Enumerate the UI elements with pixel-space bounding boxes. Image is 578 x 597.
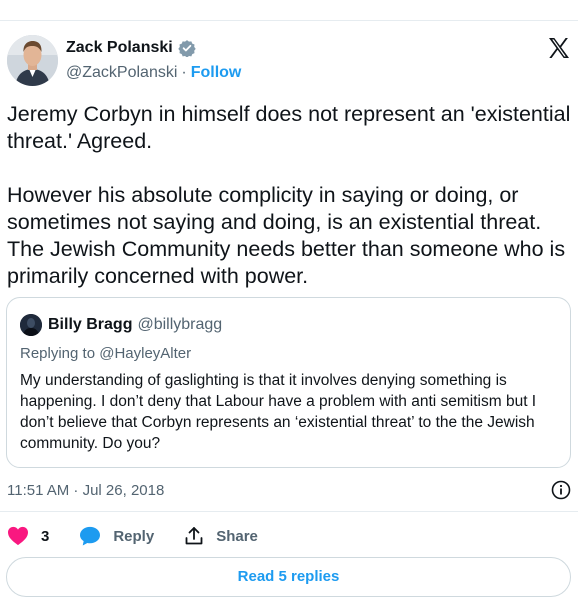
- share-upload-icon: [184, 526, 204, 546]
- quoted-tweet-text: My understanding of gaslighting is that …: [20, 372, 537, 452]
- author-display-name[interactable]: Zack Polanski: [66, 39, 173, 57]
- top-divider: [0, 20, 578, 21]
- like-button[interactable]: 3: [7, 526, 49, 546]
- info-icon[interactable]: [551, 480, 571, 500]
- tweet-timestamp[interactable]: 11:51 AM · Jul 26, 2018: [7, 482, 164, 499]
- quoted-replying-to: Replying to @HayleyAlter: [20, 345, 192, 362]
- share-button[interactable]: Share: [184, 526, 258, 546]
- quoted-tweet-header: Billy Bragg @billybragg: [48, 316, 222, 334]
- x-logo-icon[interactable]: [547, 36, 571, 60]
- author-handle[interactable]: @ZackPolanski: [66, 64, 177, 82]
- like-count: 3: [41, 527, 50, 545]
- author-name-row: Zack Polanski: [66, 39, 196, 58]
- read-replies-button[interactable]: Read 5 replies: [6, 557, 571, 597]
- verified-badge-icon: [178, 39, 196, 58]
- reply-label: Reply: [113, 527, 155, 545]
- share-label: Share: [216, 527, 258, 545]
- handle-separator: ·: [181, 64, 187, 81]
- quoted-author-name: Billy Bragg: [48, 316, 133, 333]
- follow-button[interactable]: Follow: [191, 64, 242, 82]
- author-handle-row: @ZackPolanski · Follow: [66, 64, 241, 82]
- author-avatar[interactable]: [7, 35, 58, 86]
- quoted-author-handle: @billybragg: [137, 316, 223, 333]
- heart-icon: [7, 526, 29, 546]
- reply-bubble-icon: [79, 526, 101, 546]
- reply-button[interactable]: Reply: [79, 526, 154, 546]
- tweet-actions-bar: 3 Reply Share: [7, 524, 288, 548]
- quoted-tweet-card[interactable]: Billy Bragg @billybragg Replying to @Hay…: [6, 297, 571, 468]
- actions-divider: [0, 511, 578, 512]
- quoted-author-avatar: [20, 314, 42, 336]
- tweet-text: Jeremy Corbyn in himself does not repres…: [7, 102, 571, 288]
